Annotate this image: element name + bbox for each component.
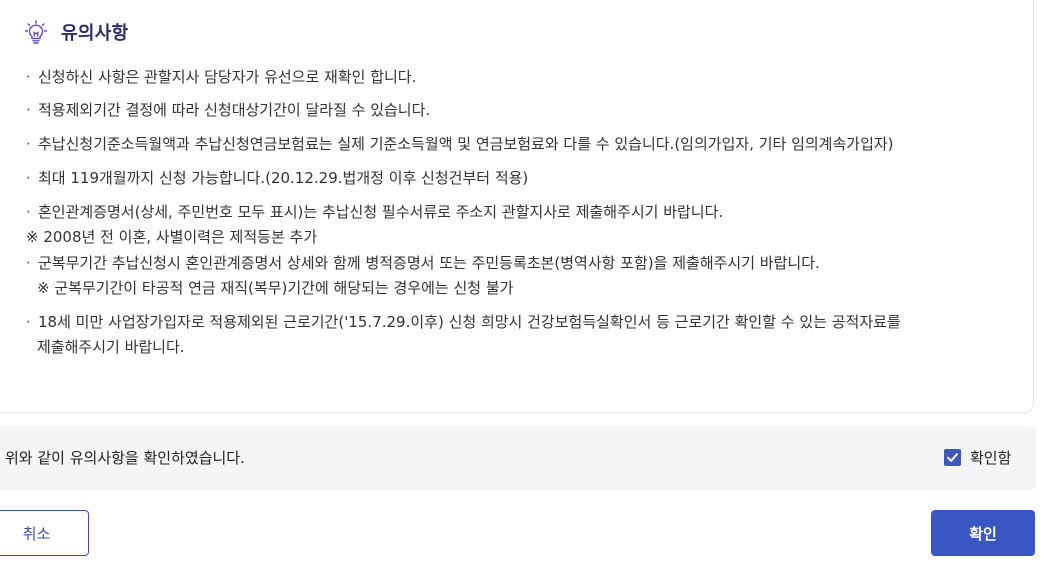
notice-header: 유의사항 <box>24 19 128 45</box>
note-military: ※ 군복무기간이 타공적 연금 재직(복무)기간에 해당되는 경우에는 신청 불… <box>37 279 514 297</box>
notice-title: 유의사항 <box>61 23 129 44</box>
check-icon <box>947 453 958 462</box>
confirm-statement: 위와 같이 유의사항을 확인하였습니다. <box>5 449 245 467</box>
confirm-button[interactable]: 확인 <box>931 510 1035 556</box>
confirm-bar: 위와 같이 유의사항을 확인하였습니다. 확인함 <box>0 426 1036 490</box>
list-item: · 추납신청기준소득월액과 추납신청연금보험료는 실제 기준소득월액 및 연금보험… <box>26 135 894 153</box>
list-item-continuation: 제출해주시기 바랍니다. <box>37 338 185 356</box>
note-divorce: ※ 2008년 전 이혼, 사별이력은 제적등본 추가 <box>26 228 318 246</box>
confirm-checkbox-label[interactable]: 확인함 <box>970 447 1011 468</box>
list-item: · 18세 미만 사업장가입자로 적용제외된 근로기간('15.7.29.이후) … <box>26 313 901 331</box>
cancel-button[interactable]: 취소 <box>0 510 89 556</box>
list-item: · 신청하신 사항은 관할지사 담당자가 유선으로 재확인 합니다. <box>26 68 417 86</box>
list-item: · 최대 119개월까지 신청 가능합니다.(20.12.29.법개정 이후 신청… <box>26 169 529 187</box>
confirm-checkbox[interactable] <box>944 449 961 466</box>
confirm-checkbox-toggle[interactable]: 확인함 <box>944 447 1011 468</box>
list-item: · 군복무기간 추납신청시 혼인관계증명서 상세와 함께 병적증명서 또는 주민등… <box>26 254 820 272</box>
list-item: · 혼인관계증명서(상세, 주민번호 모두 표시)는 추납신청 필수서류로 주소지… <box>26 203 724 221</box>
lightbulb-icon <box>24 20 48 44</box>
list-item: · 적용제외기간 결정에 따라 신청대상기간이 달라질 수 있습니다. <box>26 101 431 119</box>
